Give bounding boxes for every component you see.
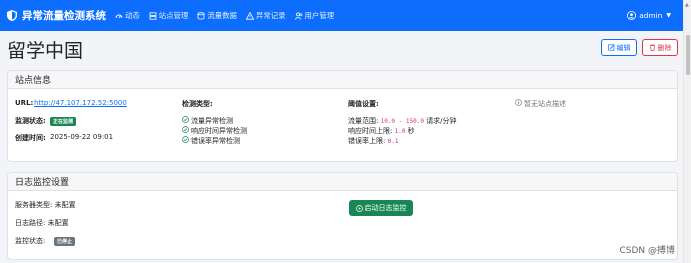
nav-menu: 动态 站点管理 流量数据 异常记录 用户管理	[115, 10, 343, 21]
response-limit-unit: 秒	[407, 127, 415, 135]
log-path: 日志路径: 未配置	[15, 219, 69, 227]
log-status-badge: 已停止	[54, 237, 76, 246]
response-limit-row: 响应时间上限: 1.0 秒	[348, 126, 415, 136]
status-badge: 正在监测	[50, 117, 77, 126]
check-circle-icon	[182, 126, 189, 133]
site-description: 暂无站点描述	[524, 100, 566, 108]
start-monitor-label: 启动日志监控	[364, 204, 407, 212]
scroll-up-icon[interactable]: ▲	[685, 2, 689, 8]
check-circle-icon	[182, 136, 189, 143]
nav-item-users[interactable]: 用户管理	[294, 10, 335, 21]
database-icon	[197, 11, 205, 19]
nav-item-dashboard[interactable]: 动态	[115, 10, 140, 21]
log-monitor-header: 日志监控设置	[8, 173, 677, 191]
start-log-monitor-button[interactable]: 启动日志监控	[349, 200, 413, 216]
site-url-link[interactable]: http://47.107.172.52:5000	[34, 99, 127, 107]
app-title: 异常流量检测系统	[22, 10, 106, 22]
error-limit-row: 错误率上限: 0.1	[348, 136, 398, 146]
response-limit-label: 响应时间上限:	[348, 127, 393, 135]
flow-range-row: 流量范围: 10.0 - 150.0 请求/分钟	[348, 116, 457, 126]
server-type: 服务器类型: 未配置	[15, 201, 76, 209]
created-value: 2025-09-22 09:01	[50, 133, 114, 141]
flow-range-unit: 请求/分钟	[426, 117, 457, 125]
pencil-icon	[607, 44, 614, 51]
info-circle-icon	[515, 99, 522, 106]
watermark: CSDN @搏博	[619, 246, 675, 256]
play-circle-icon	[355, 204, 363, 212]
threshold-label: 阈值设置:	[348, 100, 379, 108]
top-navbar: 异常流量检测系统 动态 站点管理 流量数据 异常记录 用户管理 admin ▼	[0, 0, 691, 31]
url-label: URL:	[15, 99, 34, 107]
nav-item-sites[interactable]: 站点管理	[149, 10, 189, 21]
edit-label: 编辑	[616, 43, 631, 52]
log-monitor-status-label: 监控状态:	[15, 237, 46, 245]
page-title: 留学中国	[7, 40, 84, 62]
site-info-card: 站点信息 URL: http://47.107.172.52:5000 监测状态…	[7, 70, 678, 162]
flow-range-value: 10.0 - 150.0	[380, 118, 424, 125]
user-menu[interactable]: admin ▼	[627, 0, 671, 31]
nav-item-label: 流量数据	[207, 11, 237, 20]
trash-icon	[649, 44, 655, 51]
chevron-down-icon: ▼	[666, 12, 671, 19]
shield-icon	[7, 10, 17, 21]
server-icon	[149, 11, 157, 20]
users-icon	[294, 12, 302, 20]
response-limit-value: 1.0	[394, 128, 406, 135]
monitor-status-label: 监测状态:	[15, 117, 46, 125]
page-scrollbar[interactable]: ▲	[683, 0, 691, 263]
detection-type-label: 检测类型:	[182, 100, 213, 108]
error-limit-value: 0.1	[387, 138, 399, 145]
detection-type-item: 响应时间异常检测	[191, 127, 247, 135]
user-circle-icon	[627, 11, 637, 20]
warning-icon	[245, 11, 254, 20]
delete-label: 删除	[657, 43, 672, 52]
nav-item-label: 用户管理	[304, 11, 335, 20]
brand[interactable]: 异常流量检测系统	[7, 8, 106, 23]
speedometer-icon	[115, 14, 123, 18]
nav-item-anomalies[interactable]: 异常记录	[245, 10, 286, 21]
site-info-header: 站点信息	[8, 71, 677, 89]
nav-item-traffic[interactable]: 流量数据	[197, 10, 237, 21]
nav-item-label: 站点管理	[158, 11, 189, 20]
scroll-thumb[interactable]	[686, 35, 690, 75]
flow-range-label: 流量范围:	[348, 117, 379, 125]
nav-item-label: 动态	[125, 11, 140, 20]
created-label: 创建时间:	[15, 134, 46, 142]
log-monitor-card: 日志监控设置 服务器类型: 未配置 日志路径: 未配置 监控状态: 已停止 启动…	[7, 172, 678, 260]
username: admin	[639, 11, 663, 20]
detection-type-item: 错误率异常检测	[191, 137, 240, 145]
detection-type-item: 流量异常检测	[191, 117, 233, 125]
edit-button[interactable]: 编辑	[601, 39, 637, 56]
check-circle-icon	[182, 116, 189, 123]
nav-item-label: 异常记录	[255, 11, 286, 20]
delete-button[interactable]: 删除	[642, 39, 678, 56]
error-limit-label: 错误率上限:	[348, 137, 386, 145]
